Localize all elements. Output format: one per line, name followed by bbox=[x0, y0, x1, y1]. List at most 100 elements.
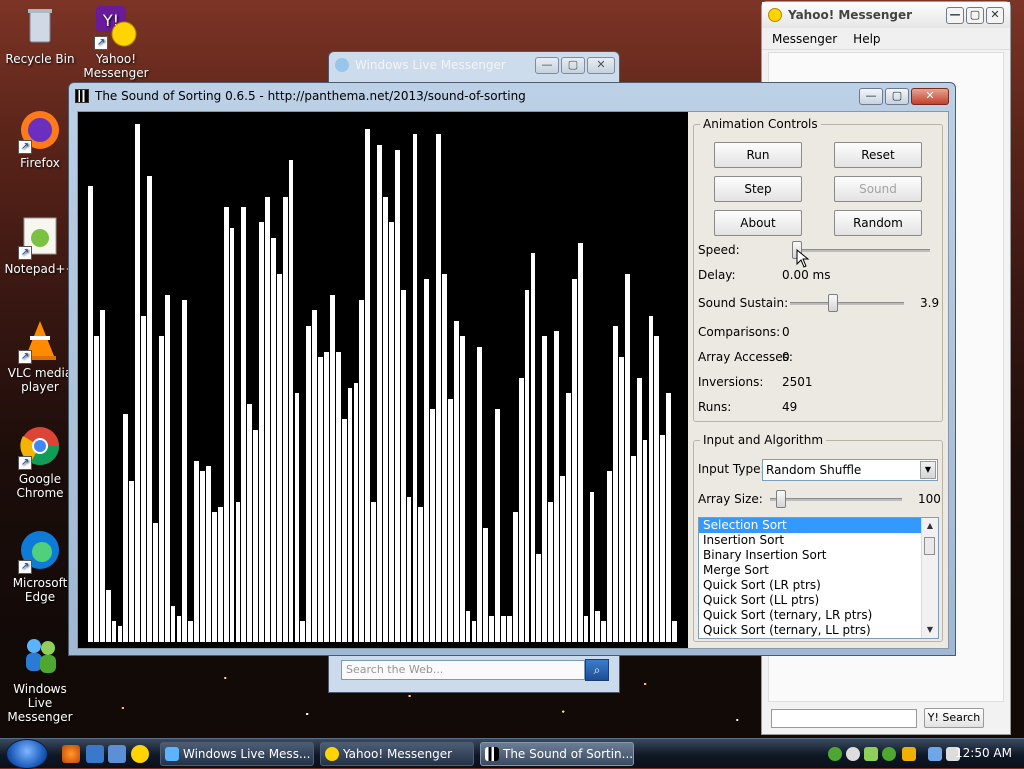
yahoo-smiley-icon bbox=[325, 747, 339, 761]
runs-value: 49 bbox=[782, 400, 798, 414]
windows-live-messenger-icon bbox=[165, 747, 179, 761]
tray-icon[interactable] bbox=[864, 747, 878, 761]
yahoo-titlebar[interactable]: Yahoo! Messenger — ▢ ✕ bbox=[762, 2, 1010, 28]
shortcut-arrow-icon: ↗ bbox=[18, 246, 32, 260]
array-size-slider-thumb[interactable] bbox=[776, 490, 786, 508]
taskbar-button-label: Yahoo! Messenger bbox=[343, 747, 453, 761]
app-bars-icon bbox=[485, 747, 499, 761]
animation-controls-group: Animation Controls Run Reset Step Sound … bbox=[693, 117, 943, 422]
array-size-label: Array Size: bbox=[698, 492, 763, 506]
maximize-icon[interactable]: ▢ bbox=[561, 56, 585, 74]
array-bar bbox=[294, 393, 301, 642]
array-bar bbox=[577, 243, 584, 642]
switch-windows-icon[interactable] bbox=[108, 745, 126, 763]
sustain-slider-thumb[interactable] bbox=[828, 294, 838, 312]
security-shield-icon[interactable] bbox=[902, 747, 916, 761]
taskbar-button-yahoo[interactable]: Yahoo! Messenger bbox=[320, 742, 474, 766]
sos-titlebar[interactable]: The Sound of Sorting 0.6.5 - http://pant… bbox=[69, 83, 955, 109]
algorithm-item[interactable]: Insertion Sort bbox=[699, 533, 938, 548]
yahoo-search-input[interactable] bbox=[771, 709, 917, 728]
desktop-icon-yahoo[interactable]: Y! ↗ Yahoo! Messenger bbox=[76, 4, 156, 80]
algorithm-item[interactable]: Merge Sort bbox=[699, 563, 938, 578]
search-icon[interactable]: ⌕ bbox=[585, 659, 609, 681]
array-bar bbox=[459, 336, 466, 642]
list-scrollbar[interactable]: ▲ ▼ bbox=[921, 518, 938, 638]
algorithm-item[interactable]: Quick Sort (LL ptrs) bbox=[699, 593, 938, 608]
close-icon[interactable]: ✕ bbox=[986, 6, 1004, 24]
sound-sustain-value: 3.9 bbox=[920, 296, 940, 310]
input-type-select[interactable]: Random Shuffle ▼ bbox=[762, 459, 938, 481]
scroll-up-icon[interactable]: ▲ bbox=[922, 518, 938, 534]
desktop-icon-label: Windows Live Messenger bbox=[7, 682, 73, 724]
yahoo-search-button[interactable]: Y! Search bbox=[924, 708, 984, 728]
maximize-icon[interactable]: ▢ bbox=[966, 6, 984, 24]
array-size-slider-track[interactable] bbox=[770, 498, 902, 501]
maximize-icon[interactable]: ▢ bbox=[885, 87, 909, 105]
chevron-down-icon[interactable]: ▼ bbox=[920, 461, 936, 479]
start-button[interactable] bbox=[6, 739, 48, 769]
show-desktop-icon[interactable] bbox=[86, 745, 104, 763]
vlc-cone-icon: ↗ bbox=[18, 318, 62, 364]
yahoo-smiley-icon bbox=[768, 8, 782, 22]
wlm-logo-icon bbox=[335, 58, 349, 72]
sort-visualization-canvas bbox=[78, 112, 688, 648]
taskbar-button-sound-of-sorting[interactable]: The Sound of Sortin... bbox=[480, 742, 634, 766]
algorithm-item[interactable]: Binary Insertion Sort bbox=[699, 548, 938, 563]
close-icon[interactable]: ✕ bbox=[587, 56, 615, 74]
system-tray: 12:50 AM bbox=[816, 739, 1024, 769]
firefox-quicklaunch-icon[interactable] bbox=[62, 745, 80, 763]
sustain-slider-track[interactable] bbox=[790, 302, 904, 305]
algorithm-item[interactable]: Quick Sort (ternary, LR ptrs) bbox=[699, 608, 938, 623]
array-bar bbox=[672, 621, 678, 642]
sos-title: The Sound of Sorting 0.6.5 - http://pant… bbox=[95, 89, 526, 103]
array-bar bbox=[164, 295, 171, 642]
group-title: Animation Controls bbox=[700, 117, 821, 131]
desktop-icon-label: Yahoo! Messenger bbox=[83, 52, 149, 80]
taskbar-button-wlm[interactable]: Windows Live Mess... bbox=[160, 742, 314, 766]
wlm-titlebar[interactable]: Windows Live Messenger — ▢ ✕ bbox=[329, 52, 619, 78]
about-button[interactable]: About bbox=[714, 210, 802, 236]
minimize-icon[interactable]: — bbox=[859, 87, 883, 105]
input-type-label: Input Type: bbox=[698, 462, 765, 476]
run-button[interactable]: Run bbox=[714, 142, 802, 168]
scroll-thumb[interactable] bbox=[924, 537, 935, 555]
messenger-status-icon[interactable] bbox=[828, 747, 842, 761]
sound-button[interactable]: Sound bbox=[834, 176, 922, 202]
network-icon[interactable] bbox=[928, 747, 942, 761]
taskbar: Windows Live Mess... Yahoo! Messenger Th… bbox=[0, 738, 1024, 769]
reset-button[interactable]: Reset bbox=[834, 142, 922, 168]
algorithm-item[interactable]: Quick Sort (LR ptrs) bbox=[699, 578, 938, 593]
tray-icon[interactable] bbox=[846, 747, 860, 761]
menu-help[interactable]: Help bbox=[853, 32, 880, 46]
desktop-icon-recycle-bin[interactable]: Recycle Bin bbox=[0, 4, 80, 66]
algorithm-list: Selection Sort Insertion Sort Binary Inser… bbox=[699, 518, 938, 638]
speed-slider-track[interactable] bbox=[792, 249, 930, 252]
comparisons-value: 0 bbox=[782, 325, 790, 339]
algorithm-item[interactable]: Selection Sort bbox=[699, 518, 938, 533]
scroll-down-icon[interactable]: ▼ bbox=[922, 622, 938, 638]
sound-of-sorting-window[interactable]: The Sound of Sorting 0.6.5 - http://pant… bbox=[68, 82, 956, 656]
clock[interactable]: 12:50 AM bbox=[955, 746, 1012, 760]
comparisons-label: Comparisons: bbox=[698, 325, 781, 339]
menu-messenger[interactable]: Messenger bbox=[772, 32, 837, 46]
inversions-value: 2501 bbox=[782, 375, 813, 389]
algorithm-item[interactable]: Quick Sort (ternary, LL ptrs) bbox=[699, 623, 938, 638]
algorithm-listbox[interactable]: Selection Sort Insertion Sort Binary Inser… bbox=[698, 517, 939, 639]
app-bars-icon bbox=[75, 89, 89, 103]
firefox-icon: ↗ bbox=[18, 108, 62, 154]
close-icon[interactable]: ✕ bbox=[911, 87, 949, 105]
minimize-icon[interactable]: — bbox=[946, 6, 964, 24]
wlm-title: Windows Live Messenger bbox=[355, 58, 506, 72]
yahoo-quicklaunch-icon[interactable] bbox=[131, 745, 149, 763]
tray-icon[interactable] bbox=[882, 747, 896, 761]
mouse-cursor-icon bbox=[796, 249, 810, 268]
delay-label: Delay: bbox=[698, 268, 736, 282]
yahoo-title: Yahoo! Messenger bbox=[788, 8, 913, 22]
array-bar bbox=[182, 300, 189, 642]
random-button[interactable]: Random bbox=[834, 210, 922, 236]
minimize-icon[interactable]: — bbox=[535, 56, 559, 74]
step-button[interactable]: Step bbox=[714, 176, 802, 202]
input-type-value: Random Shuffle bbox=[766, 463, 862, 477]
web-search-input[interactable]: Search the Web... bbox=[341, 660, 585, 680]
chrome-icon: ↗ bbox=[18, 424, 62, 470]
